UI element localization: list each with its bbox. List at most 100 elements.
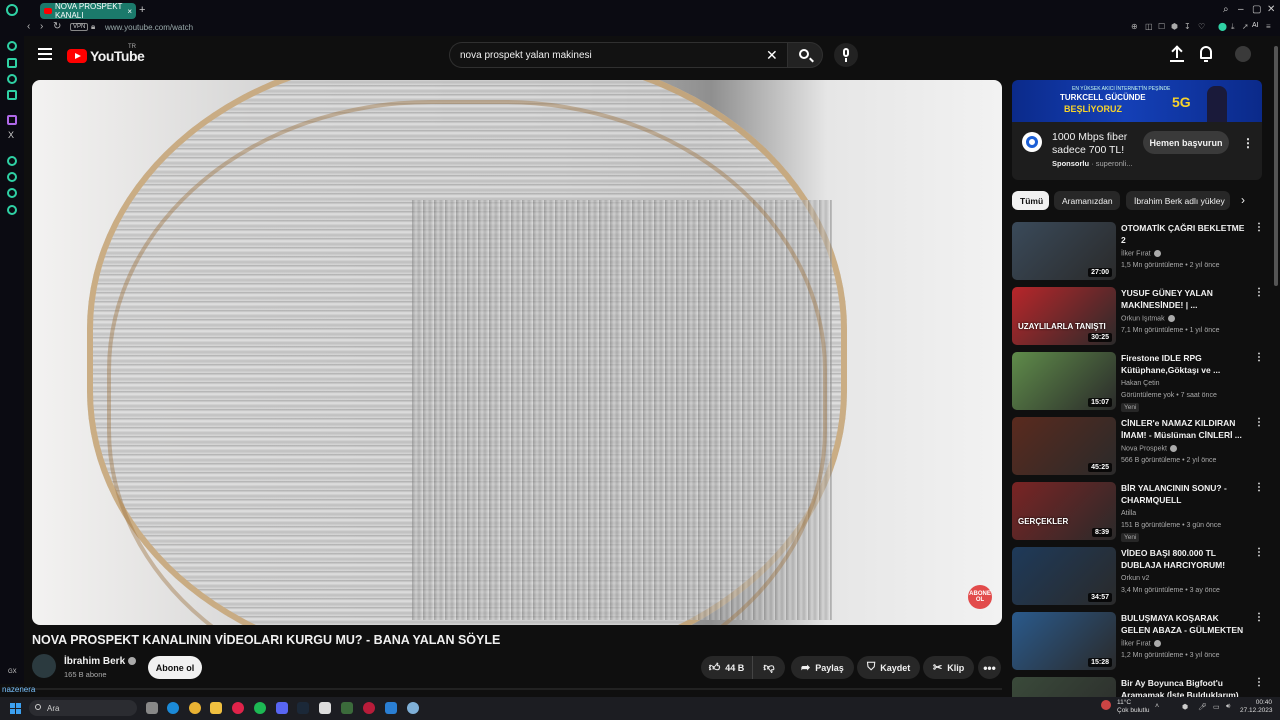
recommendation-channel[interactable]: Hakan Çetin [1121,380,1160,387]
bookmark-icon[interactable]: ☐ [1158,22,1165,31]
file-explorer-icon[interactable] [210,702,222,714]
subscribe-watermark[interactable]: ABONE OL [968,585,992,609]
sidebar-player-icon[interactable] [7,188,17,198]
recommendation-item[interactable]: 34:57 VİDEO BAŞI 800.000 TL DUBLAJA HARCI… [1012,547,1270,607]
recommendation-title[interactable]: Firestone IDLE RPG Kütüphane,Göktaşı ve … [1121,352,1249,376]
address-bar[interactable]: www.youtube.com/watch [105,23,193,32]
sync-icon[interactable]: ⬤ [1218,22,1227,31]
voice-search-button[interactable] [834,43,858,67]
recommendation-title[interactable]: BULUŞMAYA KOŞARAK GELEN ABAZA - GÜLMEKTE… [1121,612,1249,636]
recommendation-menu-icon[interactable]: ⋮ [1254,612,1264,623]
subscribe-button[interactable]: Abone ol [148,656,202,679]
ad-cta-button[interactable]: Hemen başvurun [1143,131,1229,154]
recommendation-item[interactable]: 45:25 CİNLER'e NAMAZ KILDIRAN İMAM! - Müs… [1012,417,1270,477]
adblock-icon[interactable]: ⬢ [1171,22,1178,31]
recommendation-menu-icon[interactable]: ⋮ [1254,482,1264,493]
ad-banner-image[interactable]: EN YÜKSEK AKICI İNTERNET'İN PEŞİNDE TURK… [1012,80,1262,122]
sidebar-history-icon[interactable] [7,156,17,166]
recommendation-item[interactable]: 27:00 OTOMATİK ÇAĞRI BEKLETME 2 İlker Fıra… [1012,222,1270,282]
ad-menu-icon[interactable]: ⋮ [1242,136,1254,150]
spotify-icon[interactable] [254,702,266,714]
recommendation-menu-icon[interactable]: ⋮ [1254,547,1264,558]
taskbar-search[interactable]: Ara [29,700,137,716]
save-button[interactable]: ⛉ Kaydet [857,656,921,679]
opera-gx-icon[interactable] [363,702,375,714]
recommendation-thumbnail[interactable]: 34:57 [1012,547,1116,605]
microphone-tray-icon[interactable]: 🎤︎ [1198,703,1207,711]
advertiser-logo[interactable] [1022,132,1042,152]
task-view-icon[interactable] [146,702,158,714]
recommendation-channel[interactable]: Orkun v2 [1121,575,1149,582]
youtube-logo[interactable]: YouTube TR [67,44,145,64]
steam-icon[interactable] [297,702,309,714]
close-window-icon[interactable]: ✕ [1267,4,1275,15]
dislike-button[interactable]: 👎︎ [753,656,785,679]
recommendation-thumbnail[interactable]: 15:07 [1012,352,1116,410]
search-button[interactable] [787,42,823,68]
recommendation-title[interactable]: VİDEO BAŞI 800.000 TL DUBLAJA HARCIYORUM… [1121,547,1249,571]
sidebar-clock-icon[interactable] [7,172,17,182]
taskbar-clock[interactable]: 00:40 27.12.2023 [1240,699,1273,715]
windows-start-icon[interactable] [10,703,21,714]
recommendation-menu-icon[interactable]: ⋮ [1254,352,1264,363]
recommendation-menu-icon[interactable]: ⋮ [1254,677,1264,688]
clear-search-icon[interactable]: ✕ [766,47,778,64]
chip-from-search[interactable]: Aramanızdan [1054,191,1120,210]
recommendation-menu-icon[interactable]: ⋮ [1254,287,1264,298]
recommendation-title[interactable]: BİR YALANCININ SONU? - CHARMQUELL [1121,482,1249,506]
extension-icon[interactable]: ↧ [1184,22,1191,31]
recommendation-thumbnail[interactable]: 27:00 [1012,222,1116,280]
network-app-icon[interactable] [407,702,419,714]
video-player[interactable] [32,80,1002,625]
recommendation-channel[interactable]: İlker Fırat [1121,640,1161,647]
heart-icon[interactable]: ♡ [1198,22,1205,31]
snapshot-icon[interactable]: ◫ [1145,22,1153,31]
recommendation-title[interactable]: Bir Ay Boyunca Bigfoot'u Aramamak (İşte … [1121,677,1249,697]
recommendation-channel[interactable]: Orkun Işıtmak [1121,315,1175,322]
recommendation-title[interactable]: CİNLER'e NAMAZ KILDIRAN İMAM! - Müslüman… [1121,417,1249,441]
edge-icon[interactable] [167,702,179,714]
recommendation-item[interactable]: 15:28 BULUŞMAYA KOŞARAK GELEN ABAZA - GÜL… [1012,612,1270,672]
profile-name[interactable]: nazenera [2,685,35,694]
new-tab-button[interactable]: + [139,4,145,16]
like-button[interactable]: 👍︎ 44 B [701,656,753,679]
back-icon[interactable]: ‹ [27,21,30,32]
sidebar-messenger-icon[interactable] [7,90,17,100]
recommendation-channel[interactable]: Atilla [1121,510,1136,517]
tray-chevron-icon[interactable]: ˄ [1155,703,1159,710]
chrome-icon[interactable] [189,702,201,714]
hamburger-menu-icon[interactable] [38,48,52,60]
page-scrollbar[interactable] [1272,40,1280,684]
chip-next-chevron-icon[interactable]: › [1241,193,1245,207]
recommendation-thumbnail[interactable] [1012,677,1116,697]
zoom-icon[interactable]: ⊕ [1131,22,1138,31]
discord-icon[interactable] [276,702,288,714]
recommendation-menu-icon[interactable]: ⋮ [1254,222,1264,233]
channel-name-link[interactable]: İbrahim Berk [64,656,137,667]
sidebar-x-icon[interactable]: X [8,130,18,140]
recommendation-title[interactable]: YUSUF GÜNEY YALAN MAKİNESİNDE! | ... [1121,287,1249,311]
volume-tray-icon[interactable]: 🔊︎ [1226,703,1230,711]
opera-logo-icon[interactable] [6,4,18,16]
channel-avatar[interactable] [32,654,56,678]
sidebar-twitch-icon[interactable] [7,115,17,125]
create-upload-icon[interactable] [1170,46,1184,62]
download-icon[interactable]: ⤓ [1231,22,1235,32]
browser-tab-active[interactable]: NOVA PROSPEKT KANALI × [40,2,136,20]
recommendation-thumbnail[interactable]: 45:25 [1012,417,1116,475]
sidebar-settings-icon[interactable] [7,205,17,215]
forward-icon[interactable]: › [40,21,43,32]
recommendation-thumbnail[interactable]: 15:28 [1012,612,1116,670]
recommendation-channel[interactable]: İlker Fırat [1121,250,1161,257]
recommendation-item[interactable]: UZAYLILARLA TANIŞTI 30:25 YUSUF GÜNEY YALA… [1012,287,1270,347]
minimize-icon[interactable]: – [1238,4,1244,15]
maximize-icon[interactable]: ▢ [1252,4,1261,15]
recommendation-item[interactable]: Bir Ay Boyunca Bigfoot'u Aramamak (İşte … [1012,677,1270,697]
reload-icon[interactable]: ↻ [53,21,61,32]
recommendation-title[interactable]: OTOMATİK ÇAĞRI BEKLETME 2 [1121,222,1249,246]
sidebar-home-icon[interactable] [7,41,17,51]
aria-ai-button[interactable]: AI [1252,22,1259,29]
chip-channel-uploads[interactable]: İbrahim Berk adlı yükley [1126,191,1230,210]
tab-close-icon[interactable]: × [127,7,132,16]
recommendation-thumbnail[interactable]: UZAYLILARLA TANIŞTI 30:25 [1012,287,1116,345]
